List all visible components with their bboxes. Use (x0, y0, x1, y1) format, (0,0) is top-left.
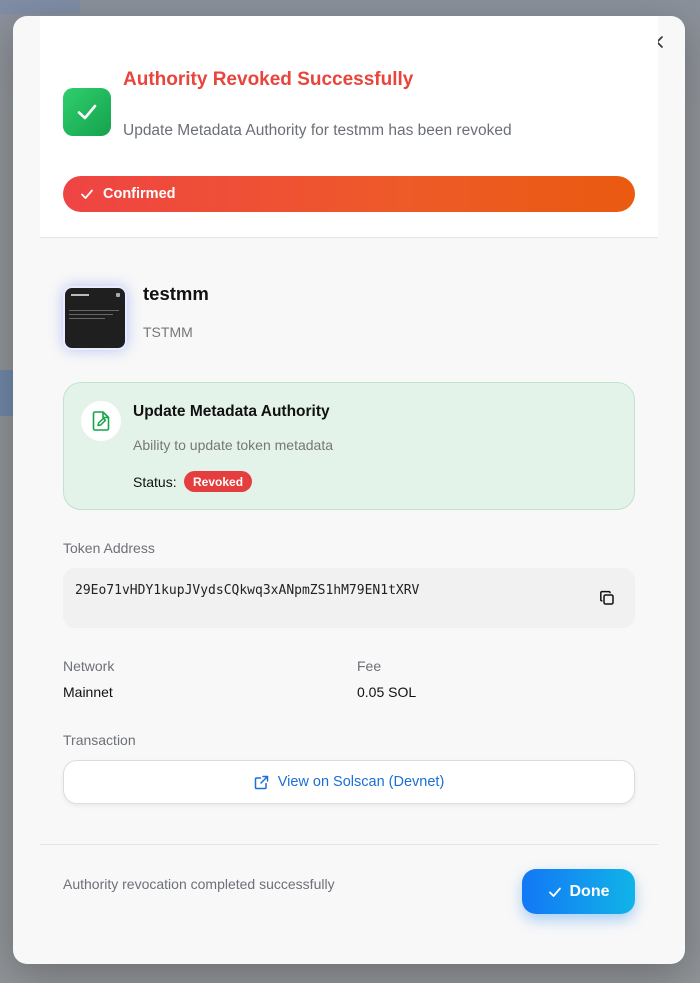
modal-title: Authority Revoked Successfully (123, 69, 414, 90)
status-label: Status: (133, 474, 177, 490)
token-address-value: 29Eo71vHDY1kupJVydsCQkwq3xANpmZS1hM79EN1… (75, 583, 420, 598)
view-on-solscan-button[interactable]: View on Solscan (Devnet) (63, 760, 635, 804)
confirmed-label: Confirmed (103, 186, 176, 202)
check-icon (81, 189, 93, 199)
token-image (63, 286, 127, 350)
footer-message: Authority revocation completed successfu… (63, 876, 335, 892)
token-address-label: Token Address (63, 540, 155, 556)
authority-title: Update Metadata Authority (133, 403, 330, 420)
token-name: testmm (143, 283, 209, 304)
success-badge (63, 88, 111, 136)
copy-address-button[interactable] (597, 588, 617, 608)
check-icon (548, 887, 561, 897)
token-symbol: TSTMM (143, 324, 193, 340)
network-label: Network (63, 658, 115, 674)
check-icon (77, 104, 97, 120)
footer-divider (40, 844, 658, 845)
transaction-label: Transaction (63, 732, 136, 748)
edit-document-icon (81, 401, 121, 441)
token-address-box: 29Eo71vHDY1kupJVydsCQkwq3xANpmZS1hM79EN1… (63, 568, 635, 628)
external-link-icon (254, 775, 268, 789)
fee-value: 0.05 SOL (357, 684, 417, 700)
revoke-success-modal: Authority Revoked Successfully Update Me… (13, 16, 685, 964)
status-badge: Revoked (184, 471, 253, 492)
done-label: Done (569, 882, 610, 900)
view-on-solscan-label: View on Solscan (Devnet) (277, 774, 445, 790)
network-value: Mainnet (63, 684, 113, 700)
header-divider (40, 237, 658, 238)
modal-header: Authority Revoked Successfully Update Me… (40, 16, 658, 237)
backdrop-sidebar-bar (0, 370, 14, 416)
done-button[interactable]: Done (522, 869, 635, 914)
fee-label: Fee (357, 658, 382, 674)
authority-card: Update Metadata Authority Ability to upd… (63, 382, 635, 510)
authority-description: Ability to update token metadata (133, 437, 334, 453)
confirmed-status-pill: Confirmed (63, 176, 635, 212)
modal-subtitle: Update Metadata Authority for testmm has… (123, 122, 512, 139)
backdrop-text (0, 0, 80, 14)
copy-icon (600, 590, 614, 605)
